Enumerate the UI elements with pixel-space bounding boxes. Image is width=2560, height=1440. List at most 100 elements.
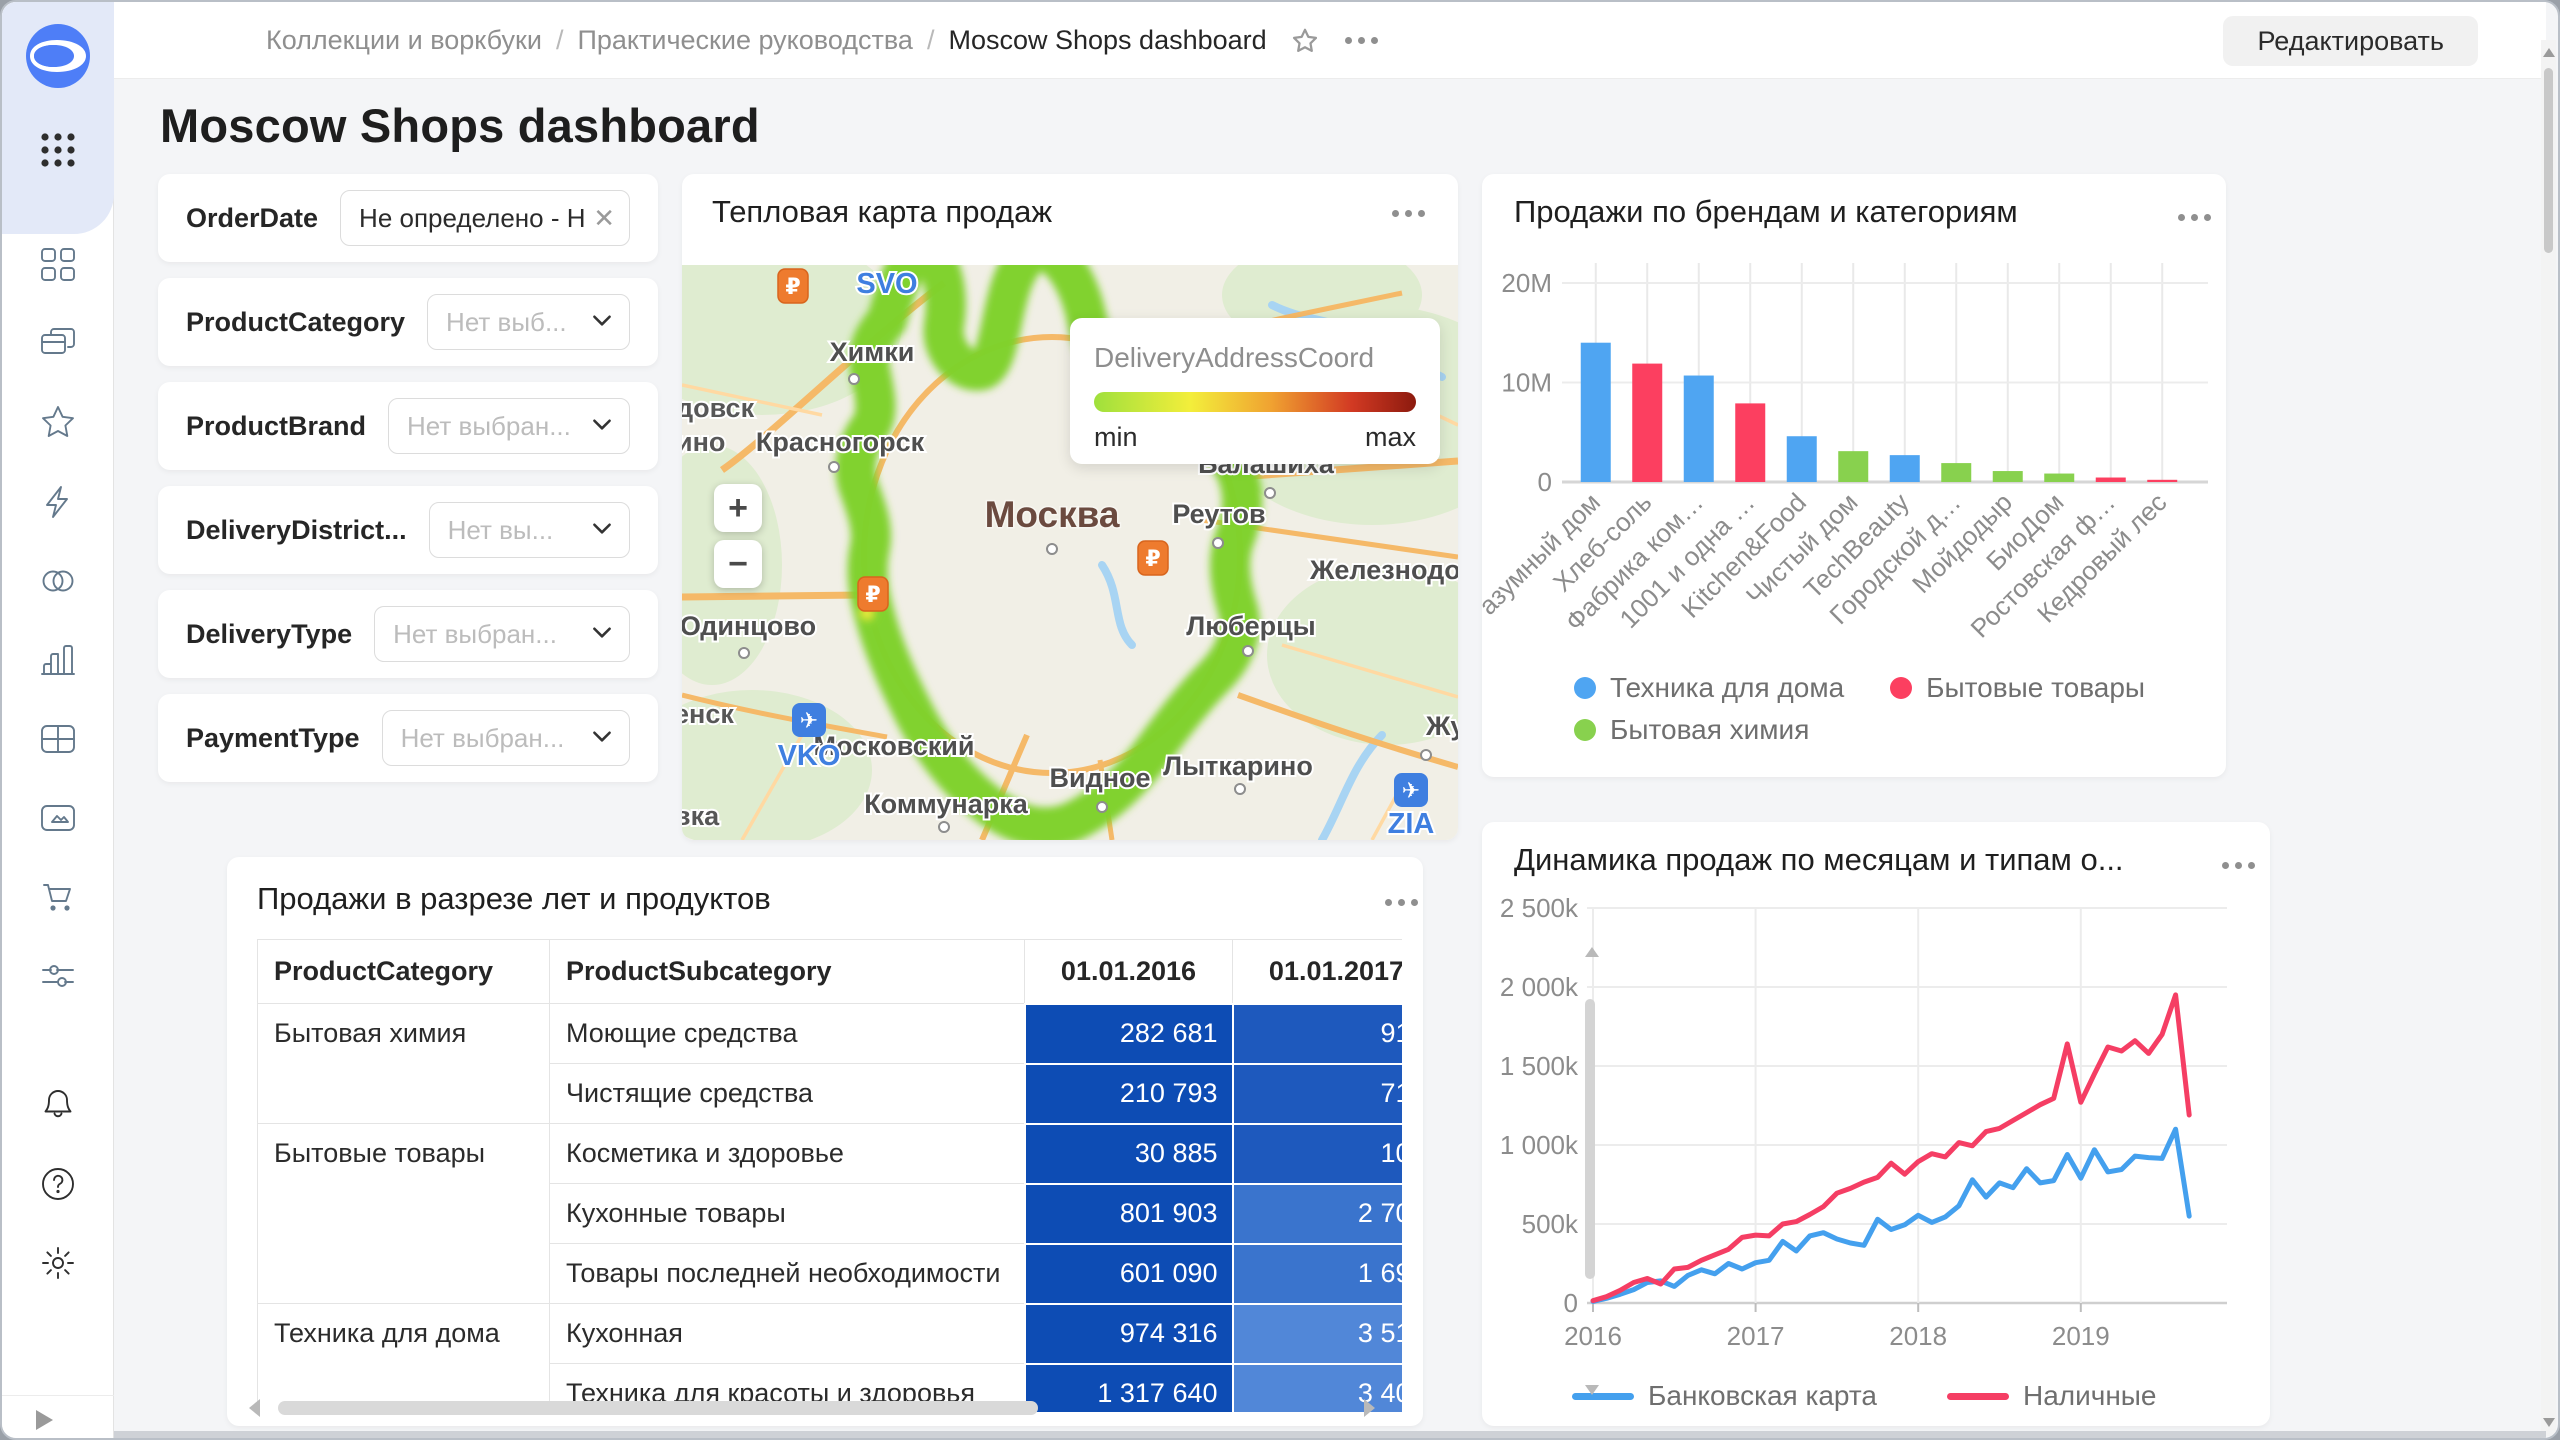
sidebar-item-squares-2x2[interactable]: [2, 226, 114, 304]
sidebar: [2, 2, 114, 1440]
sidebar-item-lightning[interactable]: [2, 463, 114, 541]
table-column-2[interactable]: 01.01.2016: [1025, 940, 1233, 1004]
table-horizontal-scrollbar[interactable]: [249, 1398, 1375, 1418]
map-label-SVO: SVO: [856, 268, 917, 300]
sidebar-item-bar-chart[interactable]: [2, 621, 114, 699]
sliders-icon: [43, 966, 73, 986]
app-window: Коллекции и воркбуки/Практические руково…: [0, 0, 2560, 1440]
table-cell-subcategory: Кухонные товары: [550, 1184, 1025, 1244]
play-icon: [36, 1410, 53, 1430]
page-horizontal-scrollbar[interactable]: [114, 1431, 2546, 1440]
page-vertical-scrollbar[interactable]: [2541, 40, 2556, 1436]
breadcrumb-item-0[interactable]: Коллекции и воркбуки: [266, 25, 542, 56]
sidebar-divider: [2, 1395, 114, 1396]
svg-text:2017: 2017: [1727, 1321, 1785, 1351]
sales-table-card: Продажи в разрезе лет и продуктов Produc…: [227, 857, 1423, 1426]
legend-item-Банковская карта[interactable]: Банковская карта: [1572, 1380, 1877, 1412]
bar-1001 и одна …: [1735, 403, 1765, 482]
sidebar-item-gear[interactable]: [2, 1224, 114, 1302]
filter-label: ProductBrand: [186, 411, 366, 442]
map-label-Коммунарка: Коммунарка: [864, 789, 1029, 819]
map-label-енск: енск: [682, 699, 734, 729]
filter-placeholder: Нет вы...: [448, 515, 581, 546]
legend-item-Техника для дома[interactable]: Техника для дома: [1574, 672, 1844, 704]
table-cell-2016: 974 316: [1025, 1304, 1233, 1364]
svg-text:500k: 500k: [1522, 1209, 1579, 1239]
table-cell-category: Техника для дома: [258, 1304, 550, 1413]
filter-control-ProductCategory[interactable]: Нет выб...: [427, 294, 630, 350]
filter-control-ProductBrand[interactable]: Нет выбран...: [388, 398, 630, 454]
sidebar-item-folder-image[interactable]: [2, 779, 114, 857]
line-series-Наличные: [1593, 995, 2189, 1301]
table-column-0[interactable]: ProductCategory: [258, 940, 550, 1004]
filter-control-PaymentType[interactable]: Нет выбран...: [382, 710, 630, 766]
legend-item-Бытовые товары[interactable]: Бытовые товары: [1890, 672, 2145, 704]
dynamics-chart-card: Динамика продаж по месяцам и типам о... …: [1482, 822, 2270, 1426]
filter-label: PaymentType: [186, 723, 360, 754]
sidebar-item-help[interactable]: [2, 1145, 114, 1223]
filter-label: DeliveryType: [186, 619, 352, 650]
filter-label: DeliveryDistrict...: [186, 515, 407, 546]
heatmap-menu-button[interactable]: [1382, 200, 1435, 227]
table-cell-2016: 601 090: [1025, 1244, 1233, 1304]
map-label-Жуковс: Жуковс: [1425, 711, 1458, 741]
cart-icon: [44, 885, 70, 911]
sidebar-item-circles[interactable]: [2, 542, 114, 620]
filter-control-OrderDate[interactable]: Не определено - Н✕: [340, 190, 630, 246]
page-scroll-up-icon: [2543, 48, 2555, 57]
breadcrumb-item-1[interactable]: Практические руководства: [577, 25, 912, 56]
sidebar-item-table-grid[interactable]: [2, 700, 114, 778]
squares-2x2-icon: [42, 249, 74, 280]
map-legend-gradient: [1094, 392, 1416, 412]
sales-table-menu-button[interactable]: [1375, 889, 1428, 916]
map-label-Одинцово: Одинцово: [682, 611, 816, 641]
legend-label: Банковская карта: [1648, 1380, 1877, 1412]
filter-control-DeliveryDistrict[interactable]: Нет вы...: [429, 502, 630, 558]
sidebar-item-star[interactable]: [2, 384, 114, 462]
sales-table: ProductCategoryProductSubcategory01.01.2…: [257, 939, 1402, 1412]
brand-chart-plot[interactable]: 010M20MРазумный домХлеб-сольФабрика ком……: [1482, 174, 2226, 674]
breadcrumb-menu-button[interactable]: [1335, 27, 1388, 54]
map-zoom-out-button[interactable]: −: [714, 540, 762, 588]
legend-dot-icon: [1574, 719, 1596, 741]
legend-item-Наличные[interactable]: Наличные: [1947, 1380, 2157, 1412]
legend-dot-icon: [1574, 677, 1596, 699]
sidebar-item-cart[interactable]: [2, 858, 114, 936]
sidebar-collapse-button[interactable]: [24, 1404, 64, 1436]
collections-icon: [42, 329, 74, 353]
legend-item-Бытовая химия[interactable]: Бытовая химия: [1574, 714, 1809, 746]
table-grid-icon: [42, 726, 74, 752]
dynamics-chart-plot[interactable]: 0500k1 000k1 500k2 000k2 500k20162017201…: [1482, 822, 2270, 1362]
datalens-logo[interactable]: [26, 24, 90, 88]
table-column-1[interactable]: ProductSubcategory: [550, 940, 1025, 1004]
table-column-3[interactable]: 01.01.2017: [1233, 940, 1403, 1004]
circles-icon: [44, 572, 73, 591]
table-cell-2016: 282 681: [1025, 1004, 1233, 1064]
filter-card-5: PaymentType Нет выбран...: [158, 694, 658, 782]
chevron-down-icon: [589, 619, 615, 650]
map-zoom-in-button[interactable]: +: [714, 484, 762, 532]
edit-button[interactable]: Редактировать: [2223, 16, 2478, 66]
table-vertical-scrollbar[interactable]: [1583, 941, 1597, 1401]
heatmap-card: Тепловая карта продаж: [682, 174, 1458, 840]
filter-placeholder: Нет выбран...: [401, 723, 581, 754]
filter-label: OrderDate: [186, 203, 318, 234]
bar-Городской д…: [1941, 463, 1971, 482]
sidebar-item-bell[interactable]: [2, 1066, 114, 1144]
svg-text:2019: 2019: [2052, 1321, 2110, 1351]
sidebar-item-sliders[interactable]: [2, 937, 114, 1015]
filter-card-0: OrderDate Не определено - Н✕: [158, 174, 658, 262]
svg-text:₽: ₽: [865, 582, 880, 607]
filter-control-DeliveryType[interactable]: Нет выбран...: [374, 606, 630, 662]
bar-Ростовская ф…: [2096, 478, 2126, 482]
sidebar-item-collections[interactable]: [2, 305, 114, 383]
filter-placeholder: Нет выбран...: [393, 619, 581, 650]
table-cell-2017: 718: [1233, 1064, 1403, 1124]
clear-icon[interactable]: ✕: [593, 203, 615, 234]
apps-grid-icon[interactable]: [36, 128, 80, 172]
table-cell-subcategory: Товары последней необходимости: [550, 1244, 1025, 1304]
legend-label: Бытовые товары: [1926, 672, 2145, 704]
favorite-star-button[interactable]: [1289, 25, 1321, 57]
star-icon: [43, 407, 73, 436]
breadcrumb: Коллекции и воркбуки/Практические руково…: [266, 2, 1388, 79]
